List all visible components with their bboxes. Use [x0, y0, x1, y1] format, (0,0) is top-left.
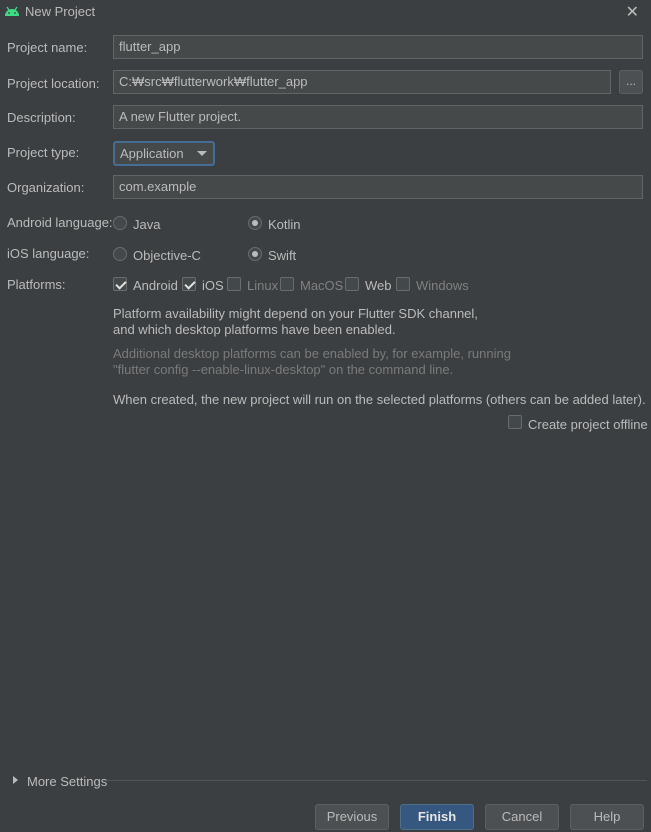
organization-input[interactable]: com.example: [113, 175, 643, 199]
radio-objective-c[interactable]: [113, 247, 127, 261]
project-name-label: Project name:: [7, 40, 88, 55]
android-icon: [5, 6, 19, 16]
project-name-input[interactable]: flutter_app: [113, 35, 643, 59]
window-title: New Project: [25, 4, 96, 19]
radio-swift[interactable]: [248, 247, 262, 261]
checkbox-web-label: Web: [365, 278, 392, 293]
checkbox-macos-label: MacOS: [300, 278, 344, 293]
checkbox-windows-label: Windows: [416, 278, 469, 293]
project-type-value: Application: [120, 146, 184, 161]
radio-kotlin[interactable]: [248, 216, 262, 230]
checkbox-android[interactable]: [113, 277, 127, 291]
finish-button[interactable]: Finish: [400, 804, 474, 830]
previous-button[interactable]: Previous: [315, 804, 389, 830]
checkbox-ios[interactable]: [182, 277, 196, 291]
availability-note-line2: and which desktop platforms have been en…: [113, 322, 396, 337]
project-type-label: Project type:: [7, 145, 80, 160]
project-location-label: Project location:: [7, 76, 100, 91]
additional-note-line1: Additional desktop platforms can be enab…: [113, 346, 511, 361]
checkbox-android-label: Android: [133, 278, 178, 293]
create-offline-checkbox[interactable]: [508, 415, 522, 429]
browse-button[interactable]: ...: [619, 70, 643, 94]
project-location-input[interactable]: C:₩src₩flutterwork₩flutter_app: [113, 70, 611, 94]
help-button[interactable]: Help: [570, 804, 644, 830]
chevron-down-icon: [197, 151, 207, 156]
title-bar: New Project ✕: [0, 0, 651, 24]
checkbox-ios-label: iOS: [202, 278, 224, 293]
platforms-label: Platforms:: [7, 277, 66, 292]
project-type-select[interactable]: Application: [113, 141, 215, 166]
availability-note-line1: Platform availability might depend on yo…: [113, 306, 478, 321]
radio-objective-c-label: Objective-C: [133, 248, 201, 263]
when-created-note: When created, the new project will run o…: [113, 392, 646, 407]
checkbox-web[interactable]: [345, 277, 359, 291]
radio-kotlin-label: Kotlin: [268, 217, 301, 232]
radio-java-label: Java: [133, 217, 161, 232]
more-settings-label: More Settings: [27, 774, 108, 789]
radio-swift-label: Swift: [268, 248, 297, 263]
radio-java[interactable]: [113, 216, 127, 230]
organization-label: Organization:: [7, 180, 85, 195]
cancel-button[interactable]: Cancel: [485, 804, 559, 830]
additional-note-line2: "flutter config --enable-linux-desktop" …: [113, 362, 454, 377]
create-offline-label: Create project offline: [528, 417, 648, 432]
checkbox-linux: [227, 277, 241, 291]
chevron-right-icon: [13, 776, 18, 784]
description-label: Description:: [7, 110, 76, 125]
checkbox-macos: [280, 277, 294, 291]
description-input[interactable]: A new Flutter project.: [113, 105, 643, 129]
close-icon[interactable]: ✕: [626, 2, 639, 22]
checkbox-linux-label: Linux: [247, 278, 279, 293]
android-language-label: Android language:: [7, 215, 113, 230]
divider: [107, 780, 647, 781]
checkbox-windows: [396, 277, 410, 291]
ios-language-label: iOS language:: [7, 246, 90, 261]
